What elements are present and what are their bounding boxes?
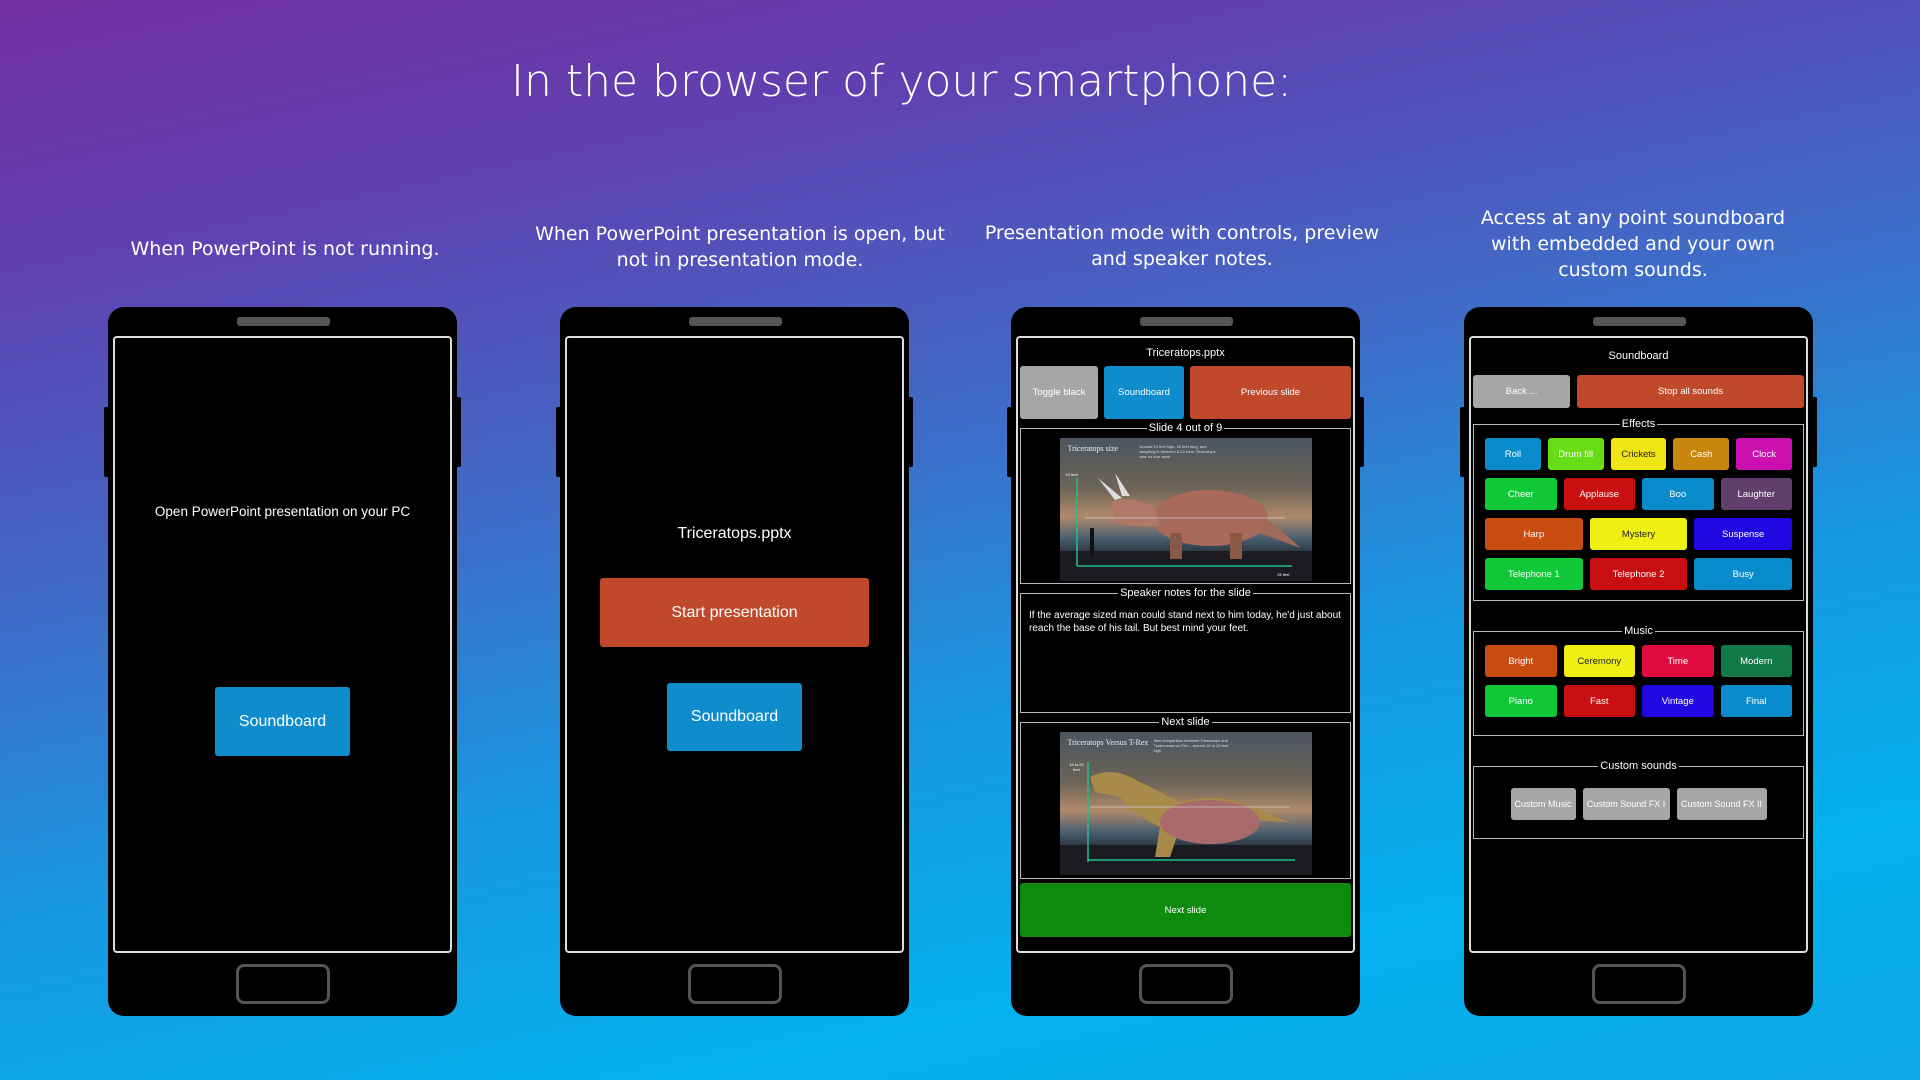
effects-row: Cheer Applause Boo Laughter (1485, 478, 1792, 510)
drum-fill-sound-button[interactable]: Drum fill (1547, 438, 1604, 470)
vintage-sound-button[interactable]: Vintage (1642, 685, 1714, 717)
slide-title: Triceratops Versus T-Rex (1067, 738, 1149, 747)
effects-panel: Effects Roll Drum fill Crickets Cash Clock Ch… (1473, 418, 1804, 601)
caption-3: Presentation mode with controls, preview… (984, 222, 1380, 270)
triceratops-illustration (1075, 473, 1300, 567)
custom-music-button[interactable]: Custom Music (1510, 788, 1576, 820)
previous-slide-button[interactable]: Previous slide (1190, 366, 1351, 419)
toggle-black-button[interactable]: Toggle black (1020, 366, 1098, 419)
crickets-sound-button[interactable]: Crickets (1610, 438, 1667, 470)
soundboard-button[interactable]: Soundboard (1104, 366, 1184, 419)
side-button (1007, 407, 1011, 477)
side-button (556, 407, 560, 477)
page-title: In the browser of your smartphone: (511, 56, 1292, 107)
stop-all-sounds-button[interactable]: Stop all sounds (1577, 375, 1804, 408)
slide-text: Around 10 feet high, 26 feet long, and w… (1139, 444, 1216, 459)
speaker-notes-legend: Speaker notes for the slide (1120, 587, 1251, 599)
effects-row: Roll Drum fill Crickets Cash Clock (1485, 438, 1792, 470)
caption-1: When PowerPoint is not running. (130, 238, 440, 260)
boo-sound-button[interactable]: Boo (1642, 478, 1714, 510)
harp-sound-button[interactable]: Harp (1485, 518, 1583, 550)
music-legend: Music (1624, 625, 1653, 637)
height-label: 15 to 20 feet (1069, 762, 1084, 772)
phone-open-presentation: Triceratops.pptx Start presentation Soun… (556, 307, 913, 1016)
cheer-sound-button[interactable]: Cheer (1485, 478, 1557, 510)
suspense-sound-button[interactable]: Suspense (1694, 518, 1793, 550)
file-name: Triceratops.pptx (1146, 347, 1225, 359)
laughter-sound-button[interactable]: Laughter (1720, 478, 1792, 510)
next-slide-button[interactable]: Next slide (1020, 883, 1351, 937)
custom-sounds-legend: Custom sounds (1600, 760, 1677, 772)
slide-title: Triceratops size (1067, 444, 1119, 453)
bright-sound-button[interactable]: Bright (1485, 645, 1557, 677)
screen: Soundboard Back ... Stop all sounds Effe… (1469, 336, 1808, 953)
current-slide-preview: Triceratops size Around 10 feet high, 26… (1059, 438, 1312, 581)
start-presentation-button[interactable]: Start presentation (600, 578, 869, 647)
time-sound-button[interactable]: Time (1642, 645, 1714, 677)
speaker-notes-panel: Speaker notes for the slide If the avera… (1020, 587, 1351, 713)
home-button (1138, 964, 1233, 1004)
home-button (235, 964, 330, 1004)
roll-sound-button[interactable]: Roll (1485, 438, 1541, 470)
slide-text: Size comparison between Triceratops and … (1153, 738, 1229, 753)
effects-legend: Effects (1621, 418, 1656, 430)
speaker (236, 317, 330, 326)
screen: Triceratops.pptx Start presentation Soun… (565, 336, 904, 953)
mystery-sound-button[interactable]: Mystery (1589, 518, 1688, 550)
speaker-notes-text: If the average sized man could stand nex… (1029, 610, 1341, 634)
custom-sound-fx-2-button[interactable]: Custom Sound FX II (1676, 788, 1767, 820)
music-row: Bright Ceremony Time Modern (1485, 645, 1792, 677)
ceremony-sound-button[interactable]: Ceremony (1563, 645, 1635, 677)
telephone-2-sound-button[interactable]: Telephone 2 (1589, 558, 1688, 590)
phone-not-running: Open PowerPoint presentation on your PC … (104, 307, 461, 1016)
caption-4: Access at any point soundboard with embe… (1480, 207, 1786, 281)
side-button (104, 407, 108, 477)
home-button (1591, 964, 1686, 1004)
effects-row: Telephone 1 Telephone 2 Busy (1485, 558, 1793, 590)
phone-soundboard: Soundboard Back ... Stop all sounds Effe… (1460, 307, 1817, 1016)
speaker (1592, 317, 1686, 326)
next-slide-preview: Triceratops Versus T-Rex Size comparison… (1059, 732, 1312, 875)
length-label: 26 feet (1277, 572, 1290, 577)
slide-counter: Slide 4 out of 9 (1148, 422, 1223, 434)
speaker (688, 317, 782, 326)
soundboard-button[interactable]: Soundboard (667, 683, 802, 751)
soundboard-title: Soundboard (1608, 350, 1669, 362)
busy-sound-button[interactable]: Busy (1694, 558, 1793, 590)
side-button (1460, 407, 1464, 477)
applause-sound-button[interactable]: Applause (1563, 478, 1635, 510)
next-slide-legend: Next slide (1161, 716, 1210, 728)
height-label: 10 feet (1065, 472, 1078, 477)
telephone-1-sound-button[interactable]: Telephone 1 (1485, 558, 1583, 590)
current-slide-panel: Slide 4 out of 9 Triceratops size Around… (1020, 422, 1351, 584)
phone-presentation-mode: Triceratops.pptx Toggle black Soundboard… (1007, 307, 1364, 1016)
caption-2: When PowerPoint presentation is open, bu… (535, 223, 945, 271)
side-button (1813, 397, 1817, 467)
speaker (1139, 317, 1233, 326)
screen: Open PowerPoint presentation on your PC … (113, 336, 452, 953)
modern-sound-button[interactable]: Modern (1720, 645, 1792, 677)
music-row: Piano Fast Vintage Final (1485, 685, 1792, 717)
screen: Triceratops.pptx Toggle black Soundboard… (1016, 336, 1355, 953)
side-button (457, 397, 461, 467)
side-button (1360, 397, 1364, 467)
effects-row: Harp Mystery Suspense (1485, 518, 1793, 550)
status-message: Open PowerPoint presentation on your PC (154, 504, 411, 519)
back-button[interactable]: Back ... (1473, 375, 1570, 408)
cash-sound-button[interactable]: Cash (1673, 438, 1730, 470)
custom-sound-fx-1-button[interactable]: Custom Sound FX I (1582, 788, 1670, 820)
home-button (687, 964, 782, 1004)
final-sound-button[interactable]: Final (1720, 685, 1792, 717)
fast-sound-button[interactable]: Fast (1563, 685, 1635, 717)
piano-sound-button[interactable]: Piano (1485, 685, 1557, 717)
next-slide-panel: Next slide Triceratops Versus T-Rex Size… (1020, 716, 1351, 879)
music-panel: Music Bright Ceremony Time Modern Piano Fast V… (1473, 625, 1804, 736)
trex-triceratops-illustration (1086, 762, 1295, 862)
file-name: Triceratops.pptx (677, 525, 792, 542)
side-button (909, 397, 913, 467)
soundboard-button[interactable]: Soundboard (215, 687, 350, 756)
clock-sound-button[interactable]: Clock (1736, 438, 1792, 470)
custom-sounds-panel: Custom sounds Custom Music Custom Sound … (1473, 760, 1804, 839)
